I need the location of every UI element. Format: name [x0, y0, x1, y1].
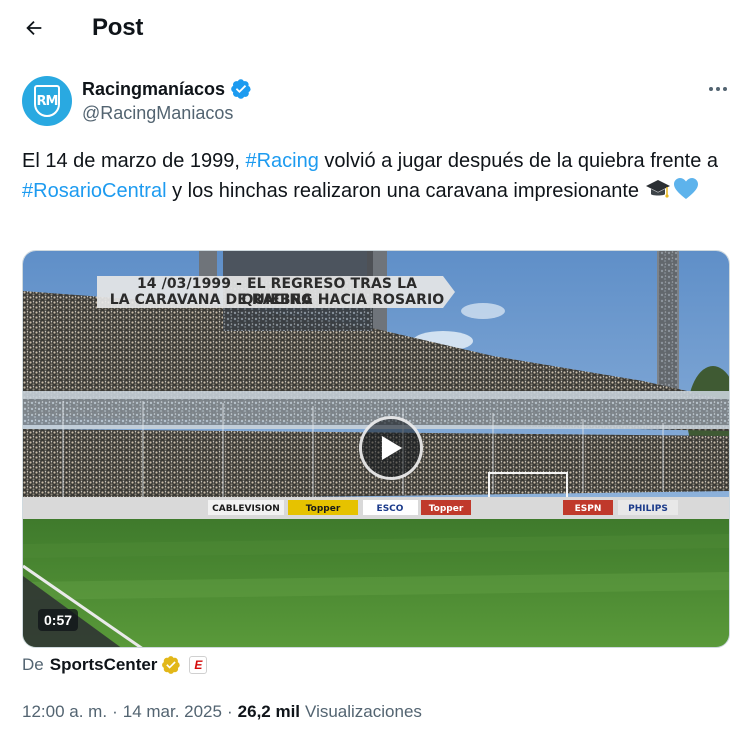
video-player[interactable]: CABLEVISION Topper ESCO Topper ESPN PHIL… — [22, 250, 730, 648]
source-name[interactable]: SportsCenter — [50, 655, 158, 675]
back-button[interactable] — [14, 10, 54, 46]
tweet-date[interactable]: 14 mar. 2025 — [123, 702, 222, 722]
author-handle[interactable]: @RacingManiacos — [82, 103, 233, 124]
play-icon — [382, 436, 402, 460]
avatar-logo: RM — [34, 85, 60, 117]
meta-separator: · — [226, 702, 233, 721]
source-attribution: De SportsCenter E — [22, 655, 208, 675]
tweet-text-segment: y los hinchas realizaron una caravana im… — [166, 180, 645, 202]
tweet-text: El 14 de marzo de 1999, #Racing volvió a… — [22, 146, 722, 206]
arrow-left-icon — [26, 20, 42, 36]
verified-badge-icon — [231, 79, 251, 99]
light-blue-heart-icon — [673, 178, 698, 199]
ad-board-text: ESCO — [377, 504, 404, 514]
more-options-button[interactable] — [703, 78, 733, 100]
hashtag-link[interactable]: #RosarioCentral — [22, 180, 167, 202]
graduation-cap-icon — [645, 180, 670, 198]
more-dot — [716, 87, 720, 91]
more-dot — [723, 87, 727, 91]
ad-board-text: ESPN — [575, 504, 602, 514]
espn-logo-letter: E — [194, 658, 203, 672]
source-prefix: De — [22, 655, 44, 674]
author-name[interactable]: Racingmaníacos — [82, 79, 225, 100]
top-bar: Post — [0, 0, 741, 56]
meta-separator: · — [112, 702, 118, 721]
gold-verified-icon — [162, 656, 181, 674]
ad-board-text: CABLEVISION — [212, 504, 280, 514]
page-title: Post — [92, 14, 144, 41]
ad-board-text: PHILIPS — [628, 504, 668, 514]
espn-logo-icon[interactable]: E — [189, 656, 208, 674]
more-dot — [709, 87, 713, 91]
ad-board-text: Topper — [306, 504, 341, 514]
views-count: 26,2 mil — [237, 702, 301, 721]
hashtag-link[interactable]: #Racing — [245, 150, 318, 172]
video-banner-line2: LA CARAVANA DE RACING HACIA ROSARIO — [109, 292, 445, 308]
tweet-meta: 12:00 a. m. · 14 mar. 2025 · 26,2 mil Vi… — [22, 702, 422, 722]
ad-board-text: Topper — [429, 504, 464, 514]
tweet-text-segment: volvió a jugar después de la quiebra fre… — [318, 150, 719, 172]
play-button[interactable] — [359, 416, 423, 480]
views-label: Visualizaciones — [305, 702, 422, 721]
tweet-text-segment: El 14 de marzo de 1999, — [22, 150, 246, 172]
avatar[interactable]: RM — [22, 76, 72, 126]
author-name-row: Racingmaníacos — [82, 78, 252, 100]
tweet-time[interactable]: 12:00 a. m. — [22, 702, 107, 722]
video-duration: 0:57 — [38, 609, 79, 631]
